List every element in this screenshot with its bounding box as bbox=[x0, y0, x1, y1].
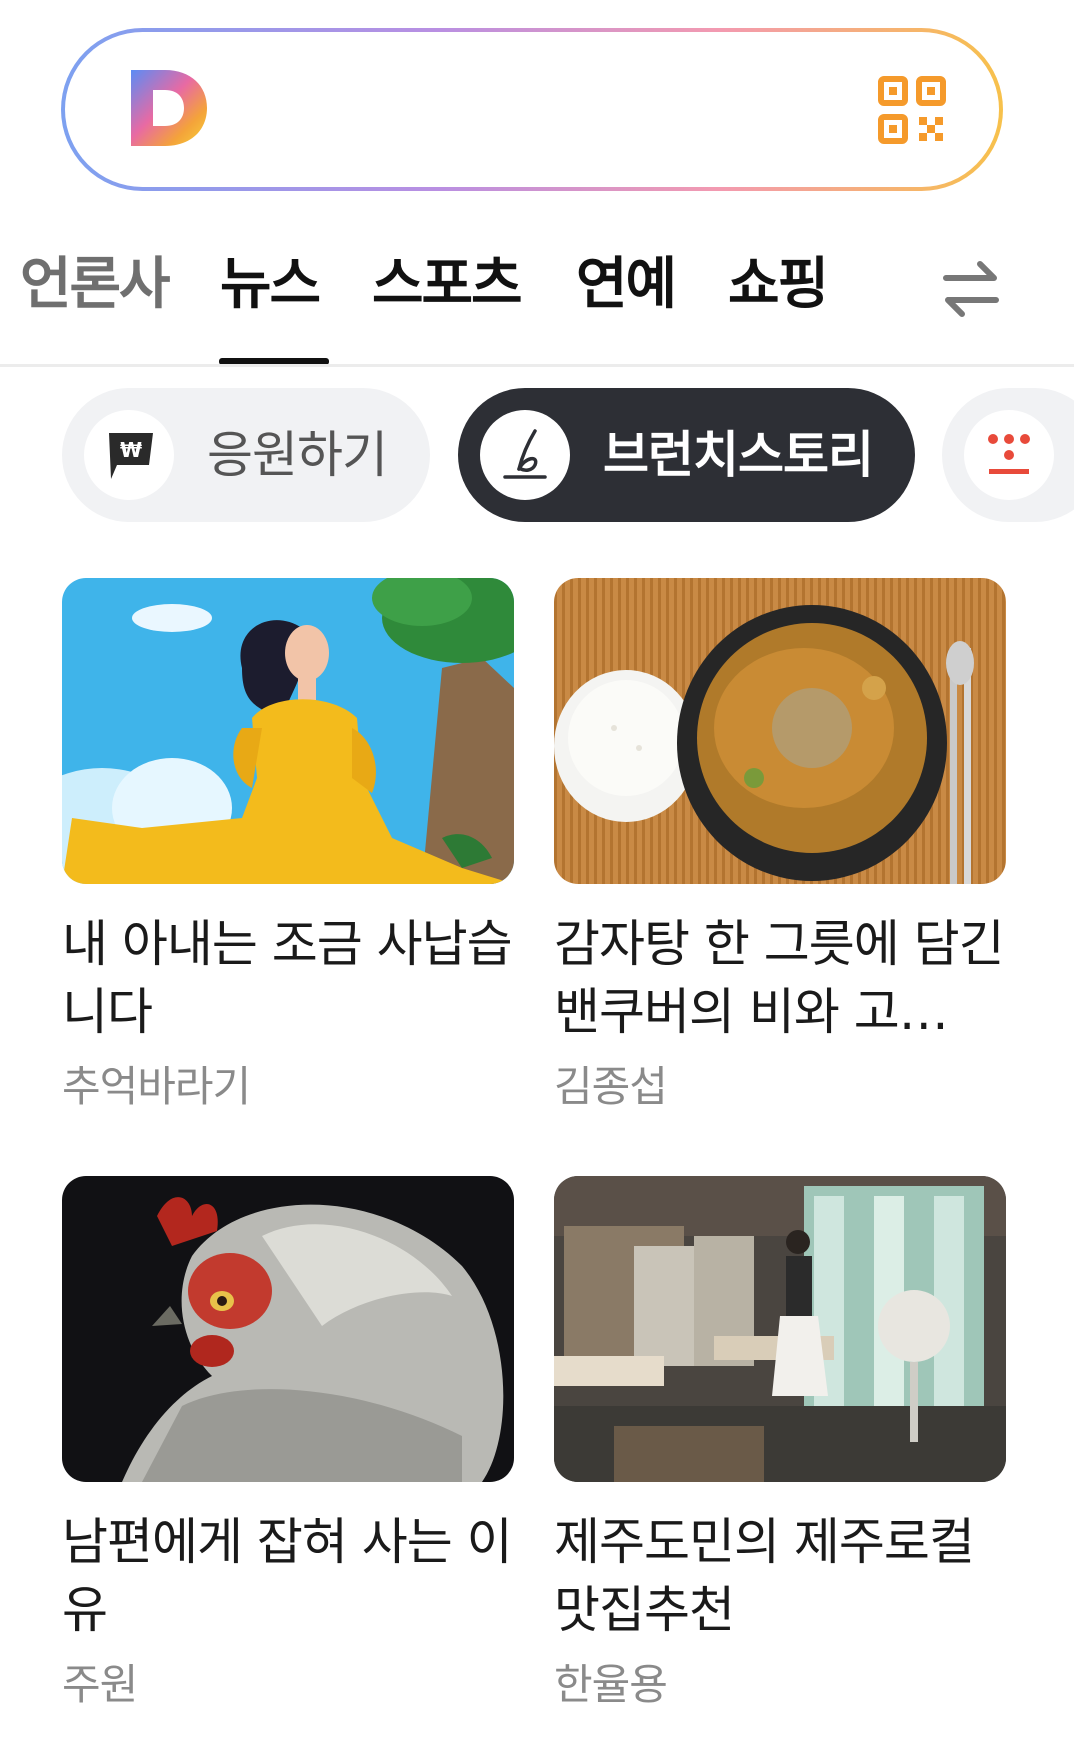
chip-support-label: 응원하기 bbox=[207, 426, 388, 484]
chip-support[interactable]: ₩ 응원하기 bbox=[62, 388, 430, 522]
tab-press[interactable]: 언론사 bbox=[20, 250, 171, 320]
search-bar[interactable] bbox=[61, 28, 1003, 191]
tabs-divider bbox=[0, 364, 1074, 367]
won-flag-icon: ₩ bbox=[84, 410, 174, 500]
woman-yellow-dress-illustration bbox=[62, 578, 514, 884]
article-card[interactable]: 감자탕 한 그릇에 담긴 밴쿠버의 비와 고… 김종섭 bbox=[554, 578, 1006, 1116]
search-input[interactable] bbox=[65, 32, 999, 187]
article-card[interactable]: 내 아내는 조금 사납습니다 추억바라기 bbox=[62, 578, 514, 1116]
chip-brunch-story-label: 브런치스토리 bbox=[603, 426, 874, 484]
potato-stew-and-rice bbox=[554, 578, 1006, 884]
chip-partial[interactable] bbox=[942, 388, 1074, 522]
article-title[interactable]: 남편에게 잡혀 사는 이유 bbox=[62, 1508, 514, 1644]
article-author: 주원 bbox=[62, 1660, 138, 1709]
article-title[interactable]: 내 아내는 조금 사납습니다 bbox=[62, 910, 514, 1046]
swap-arrows-icon[interactable] bbox=[940, 254, 1002, 324]
chicken-portrait bbox=[62, 1176, 514, 1482]
restaurant-interior bbox=[554, 1176, 1006, 1482]
article-title[interactable]: 감자탕 한 그릇에 담긴 밴쿠버의 비와 고… bbox=[554, 910, 1006, 1046]
brunch-pen-icon bbox=[480, 410, 570, 500]
article-title[interactable]: 제주도민의 제주로컬 맛집추천 bbox=[554, 1508, 1006, 1644]
tab-news[interactable]: 뉴스 bbox=[220, 250, 321, 320]
daum-logo-icon[interactable] bbox=[127, 66, 211, 150]
tab-shopping[interactable]: 쇼핑 bbox=[728, 250, 829, 320]
qr-code-icon[interactable] bbox=[877, 75, 947, 145]
article-card[interactable]: 제주도민의 제주로컬 맛집추천 한율용 bbox=[554, 1176, 1006, 1714]
svg-text:₩: ₩ bbox=[120, 438, 142, 462]
chip-brunch-story[interactable]: 브런치스토리 bbox=[458, 388, 915, 522]
tab-sports[interactable]: 스포츠 bbox=[372, 250, 523, 320]
dots-logo-icon bbox=[964, 410, 1054, 500]
article-author: 추억바라기 bbox=[62, 1062, 251, 1111]
article-thumbnail[interactable] bbox=[554, 578, 1006, 884]
article-card[interactable]: 남편에게 잡혀 사는 이유 주원 bbox=[62, 1176, 514, 1714]
tab-entertainment[interactable]: 연예 bbox=[576, 250, 677, 320]
article-thumbnail[interactable] bbox=[62, 1176, 514, 1482]
article-author: 김종섭 bbox=[554, 1062, 668, 1111]
article-thumbnail[interactable] bbox=[554, 1176, 1006, 1482]
article-author: 한율용 bbox=[554, 1660, 668, 1709]
tabs-overflow-fade bbox=[872, 260, 912, 320]
category-tabs: 언론사 뉴스 스포츠 연예 쇼핑 bbox=[0, 240, 1074, 365]
article-thumbnail[interactable] bbox=[62, 578, 514, 884]
